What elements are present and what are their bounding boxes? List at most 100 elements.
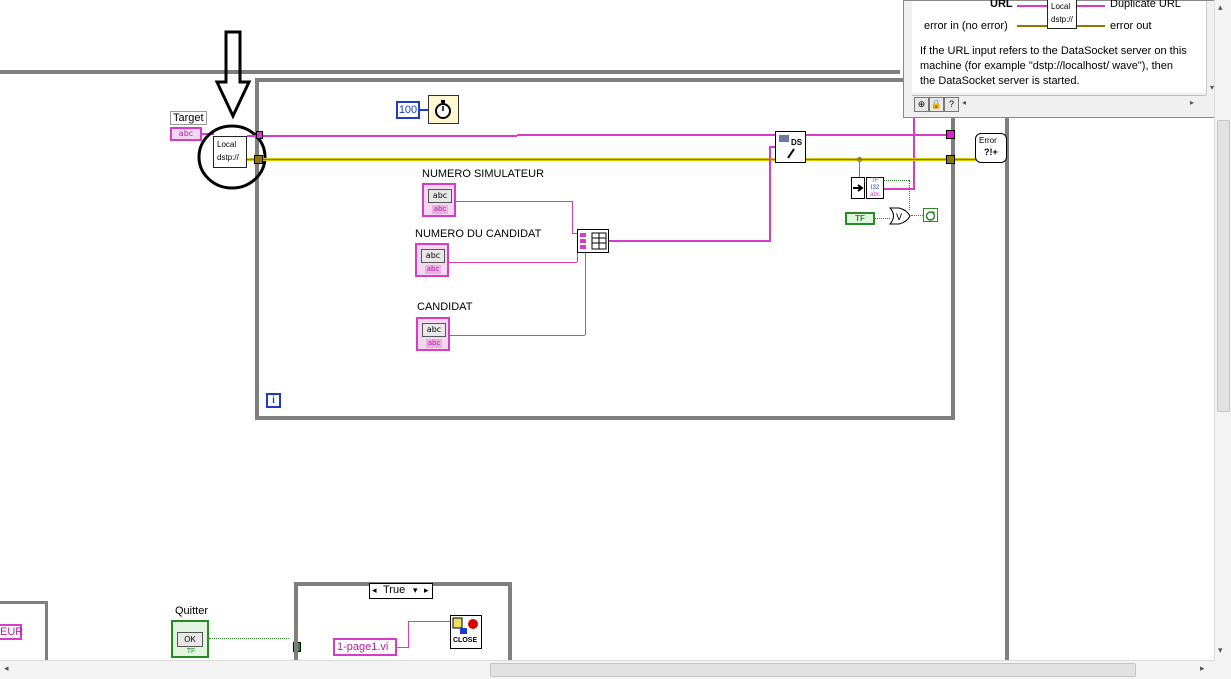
quitter-label: Quitter: [175, 605, 209, 617]
help-show-optional-button[interactable]: ⊕: [914, 97, 929, 112]
page-string-constant[interactable]: 1-page1.vi: [333, 638, 397, 656]
page-wire-v: [408, 621, 409, 648]
numero-simulateur-control[interactable]: abc abc: [422, 183, 456, 217]
candidat-control[interactable]: abc abc: [416, 317, 450, 351]
error-handler-label: Error: [979, 136, 997, 145]
horizontal-scroll-thumb[interactable]: [490, 663, 1136, 677]
scroll-up-icon[interactable]: ▴: [1218, 2, 1223, 13]
outer-structure-right-border: [1005, 118, 1009, 663]
help-node-icon: Local dstp://: [1047, 0, 1077, 29]
case-prev-icon[interactable]: ◂: [372, 585, 377, 596]
error-tunnel-left: [254, 155, 263, 164]
ctl-inner: abc: [422, 323, 446, 337]
status-wire-v: [909, 180, 911, 210]
build-array-node[interactable]: [577, 229, 609, 253]
url-wire-2: [517, 134, 950, 136]
close-vi-node[interactable]: CLOSE: [450, 615, 482, 649]
horizontal-scrollbar[interactable]: ◂ ▸: [0, 660, 1215, 679]
close-icon: [452, 617, 478, 634]
wait-ms-constant[interactable]: 100: [396, 101, 420, 119]
context-help-window[interactable]: URL Local dstp:// Duplicate URL error in…: [903, 0, 1223, 118]
outer-structure-top-border: [0, 70, 900, 74]
code-output: I32: [870, 185, 880, 191]
help-icon-line2: dstp://: [1051, 15, 1073, 24]
wire-numeric: [420, 109, 428, 111]
error-tunnel-right: [946, 155, 955, 164]
numero-candidat-control[interactable]: abc abc: [415, 243, 449, 277]
status-wire: [884, 180, 909, 181]
help-scroll-left-icon[interactable]: ◂: [962, 98, 966, 107]
ctl-inner: abc: [421, 249, 445, 263]
url-wire: [247, 135, 517, 137]
array-wire-v: [769, 146, 771, 242]
error-handler-mark: ?!+: [984, 147, 998, 157]
candidat-label: CANDIDAT: [417, 301, 473, 313]
page-wire-h2: [408, 621, 450, 622]
svg-text:V: V: [896, 213, 903, 223]
sim-wire-h: [456, 201, 572, 202]
url-tunnel: [256, 131, 263, 139]
help-err-in-wire: [1017, 25, 1047, 27]
help-error-out-label: error out: [1110, 20, 1152, 32]
help-url-wire: [1017, 5, 1047, 7]
url-tunnel-right: [946, 130, 955, 139]
sim-wire-v: [572, 201, 573, 233]
error-wire: [247, 158, 977, 161]
help-lock-button[interactable]: 🔒: [929, 97, 944, 112]
partial-string-indicator: EUR: [0, 624, 24, 640]
right-arrow-icon: [853, 184, 864, 192]
tf-wire: [875, 218, 890, 219]
vertical-scroll-thumb[interactable]: [1217, 120, 1230, 412]
scroll-right-icon[interactable]: ▸: [1200, 663, 1205, 674]
scroll-left-icon[interactable]: ◂: [4, 663, 9, 674]
or-node[interactable]: V: [888, 207, 911, 225]
scroll-down-icon[interactable]: ▾: [1218, 645, 1223, 656]
array-wire-h: [609, 240, 770, 242]
help-error-in-label: error in (no error): [924, 20, 1008, 32]
numero-simulateur-label: NUMERO SIMULATEUR: [422, 168, 545, 180]
help-icon-line1: Local: [1051, 2, 1071, 11]
stopwatch-icon: [435, 100, 451, 119]
case-selector[interactable]: ◂ True ▾ ▸: [369, 583, 433, 599]
quitter-wire: [209, 638, 289, 639]
cand-wire-h: [449, 262, 577, 263]
unbundle-outputs: TF I32 abc: [866, 177, 884, 199]
help-scroll-right-icon[interactable]: ▸: [1190, 98, 1194, 107]
quitter-ok: OK: [177, 632, 203, 647]
pencil-icon: [779, 135, 795, 159]
annotation-arrow-icon: [214, 30, 252, 120]
ctl-sub: abc: [432, 205, 448, 214]
case-next-icon[interactable]: ▸: [424, 585, 429, 596]
candidat-wire-h: [450, 335, 585, 336]
numero-candidat-label: NUMERO DU CANDIDAT: [415, 228, 542, 240]
or-out-wire: [911, 215, 923, 216]
or-gate-icon: V: [888, 207, 911, 225]
ctl-sub: abc: [426, 339, 442, 348]
help-err-out-wire: [1077, 25, 1105, 27]
unbundle-error-node[interactable]: [851, 177, 865, 199]
false-constant[interactable]: TF: [845, 212, 875, 225]
stop-terminal[interactable]: [923, 208, 938, 222]
source-output: abc: [870, 192, 880, 198]
simple-error-handler-node[interactable]: Error ?!+: [975, 133, 1007, 163]
ctl-inner: abc: [428, 189, 452, 203]
vertical-scrollbar[interactable]: ▴ ▾: [1214, 0, 1231, 679]
status-output: TF: [871, 178, 879, 184]
datasocket-write-node[interactable]: DS: [775, 131, 806, 163]
help-detailed-button[interactable]: ?: [944, 97, 959, 112]
help-description: If the URL input refers to the DataSocke…: [920, 45, 1187, 87]
case-selector-value: True: [383, 584, 406, 596]
help-duplicate-label: Duplicate URL: [1110, 0, 1181, 10]
case-dropdown-icon[interactable]: ▾: [413, 585, 418, 596]
candidat-wire-v: [585, 250, 586, 335]
build-array-icon: [580, 232, 607, 250]
stop-loop-icon: [925, 211, 936, 221]
close-label: CLOSE: [453, 637, 478, 644]
quitter-tf: TF: [186, 648, 196, 655]
quitter-button-control[interactable]: OK TF: [171, 620, 209, 658]
ctl-sub: abc: [425, 265, 441, 274]
help-url-label: URL: [990, 0, 1013, 10]
wait-ms-node[interactable]: [428, 95, 459, 124]
help-dup-wire: [1077, 5, 1105, 7]
iteration-terminal: i: [266, 393, 281, 408]
